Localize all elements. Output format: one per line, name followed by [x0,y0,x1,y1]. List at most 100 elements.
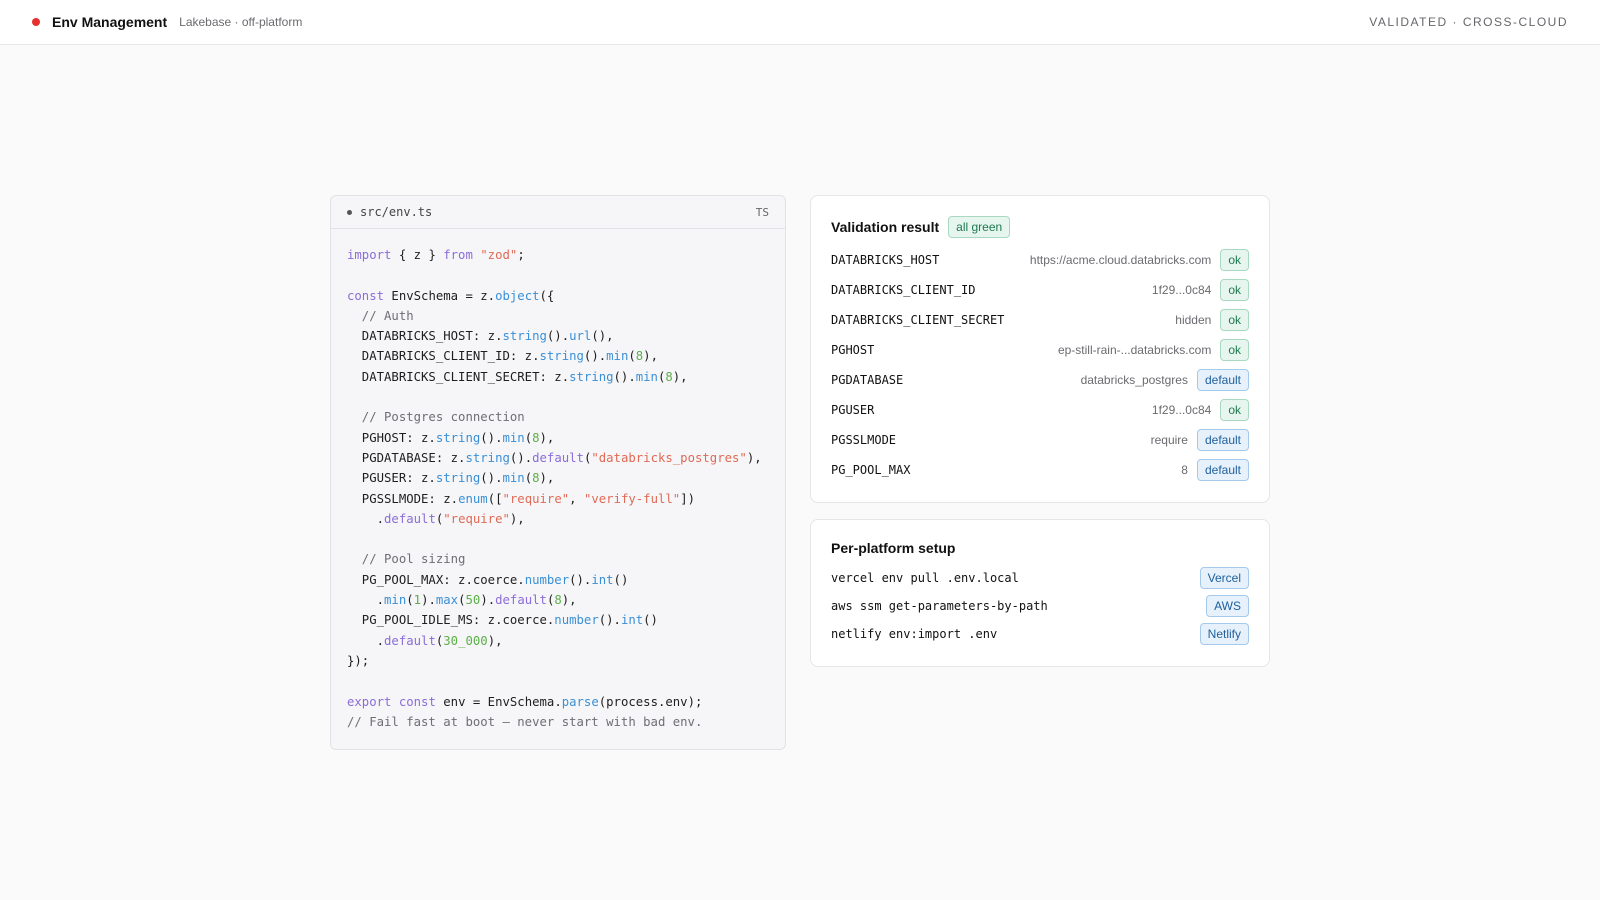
code-token: default [532,450,584,465]
platform-list: vercel env pull .env.local Vercel aws ssm … [831,564,1249,648]
code-token: (). [583,349,607,364]
code-token: 1 [413,593,422,608]
code-token: from [443,248,473,262]
env-key: PGSSLMODE [831,433,897,447]
code-token: int [591,572,614,587]
code-token: "zod" [480,248,518,262]
code-token: number [554,613,599,628]
code-token: ([ [487,491,503,506]
code-line: DATABRICKS_CLIENT_ID: z.string().min(8), [347,346,769,366]
code-line: // Fail fast at boot — never start with … [347,712,769,732]
env-value: require [1150,433,1188,447]
code-token: default [384,633,436,648]
code-token: ), [746,450,762,465]
code-token: PGSSLMODE: z. [347,491,459,506]
platform-command[interactable]: vercel env pull .env.local [831,571,1019,585]
env-key: DATABRICKS_CLIENT_ID [831,283,976,297]
code-line: // Postgres connection [347,407,769,427]
code-token: min [502,471,525,486]
code-token: ), [539,471,555,486]
code-token: // Postgres connection [347,410,525,425]
code-line: .default("require"), [347,509,769,529]
app-subtitle: Lakebase · off-platform [179,15,303,29]
code-token: ]) [680,491,696,506]
validation-row: PGHOST ep-still-rain-...databricks.com ok [831,335,1249,365]
code-token: PGHOST: z. [347,430,436,445]
code-token: ), [643,349,658,364]
editor-filename: src/env.ts [360,205,433,219]
code-token: { z } [391,248,444,262]
code-token: string [502,329,547,344]
env-value: 1f29...0c84 [1151,283,1212,297]
editor-tab[interactable]: src/env.ts TS [331,196,785,229]
code-line: // Pool sizing [347,549,769,569]
code-line: import { z } from "zod"; [347,245,769,265]
code-token: ), [539,430,555,445]
status-dot-icon [32,18,40,26]
code-token: url [569,329,592,344]
platform-command[interactable]: netlify env:import .env [831,627,997,641]
code-token: env = EnvSchema. [435,694,562,709]
status-badge: ok [1220,279,1249,301]
status-badge: default [1196,459,1249,481]
code-token: string [435,471,481,486]
platform-badge: AWS [1206,595,1249,617]
code-token: import [347,248,392,262]
code-token: ( [458,593,466,608]
code-token: max [435,593,459,608]
validation-row: PGUSER 1f29...0c84 ok [831,395,1249,425]
status-text: VALIDATED · CROSS-CLOUD [1369,15,1568,29]
code-token: (). [546,329,570,344]
code-token: int [620,613,644,628]
validation-row: PG_POOL_MAX 8 default [831,455,1249,485]
code-line: // Auth [347,306,769,326]
file-dot-icon [347,209,352,215]
env-key: PGHOST [831,343,875,357]
platform-badge: Netlify [1199,623,1249,645]
code-token: DATABRICKS_CLIENT_ID: z. [347,349,540,364]
code-token: parse [561,694,599,709]
editor-language: TS [755,205,769,219]
platform-command[interactable]: aws ssm get-parameters-by-path [831,599,1048,613]
code-token: (), [591,329,614,344]
env-value: 8 [1181,463,1188,477]
code-token: (). [613,369,636,384]
status-badge: ok [1220,309,1249,331]
code-token: 8 [532,430,540,445]
status-badge: ok [1220,339,1249,361]
code-token: // Auth [347,308,414,323]
code-token: () [643,613,658,628]
code-token: export [347,694,392,709]
code-token: (). [598,613,621,628]
code-token: }); [347,653,370,668]
code-token: ), [672,369,688,384]
validation-row: PGSSLMODE require default [831,425,1249,455]
code-token: const [347,288,385,303]
code-token: "require" [443,511,510,526]
code-token: string [539,349,584,364]
code-token: DATABRICKS_HOST: z. [347,329,503,344]
code-token: (process.env); [598,694,703,709]
code-line: PG_POOL_IDLE_MS: z.coerce.number().int() [347,610,769,630]
code-body[interactable]: import { z } from "zod"; const EnvSchema … [331,229,785,748]
env-key: PGUSER [831,403,875,417]
code-token: . [347,633,385,648]
code-token: 8 [532,471,540,486]
code-token: ( [406,593,414,608]
code-line: PGDATABASE: z.string().default("databric… [347,448,769,468]
env-key: PG_POOL_MAX [831,463,911,477]
code-token: "require" [502,491,570,506]
code-token: "verify-full" [583,491,681,506]
code-token: ). [421,593,436,608]
code-token: enum [458,491,488,506]
code-token: ({ [539,288,555,303]
env-key: DATABRICKS_HOST [831,253,940,267]
code-token: 50 [465,593,481,608]
code-editor: src/env.ts TS import { z } from "zod"; co… [330,195,786,750]
env-value: 1f29...0c84 [1151,403,1212,417]
code-token: (). [480,471,503,486]
